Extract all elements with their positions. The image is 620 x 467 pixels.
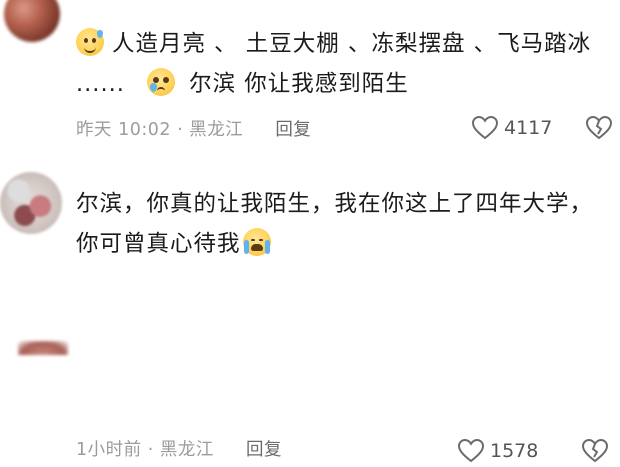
comment-location: 黑龙江	[159, 440, 214, 460]
like-count: 4117	[504, 117, 553, 139]
like-count: 1578	[490, 440, 539, 462]
comment-text: 人造月亮 、 土豆大棚 、冻梨摆盘 、飞马踏冰 ...... 尔滨 你让我感到陌…	[76, 24, 606, 104]
broken-heart-icon	[585, 115, 613, 140]
broken-heart-icon	[581, 438, 609, 463]
loudly-crying-emoji-icon	[242, 228, 271, 256]
comment-meta: 1小时前 · 黑龙江 回复	[76, 440, 282, 460]
like-button[interactable]: 4117	[472, 116, 552, 140]
heart-icon	[472, 116, 498, 140]
pleading-tear-emoji-icon	[147, 68, 176, 96]
comment-text: 尔滨，你真的让我陌生，我在你这上了四年大学，你可曾真心待我	[76, 184, 606, 264]
like-button[interactable]: 1578	[458, 439, 538, 463]
reply-button[interactable]: 回复	[275, 120, 311, 140]
avatar[interactable]	[18, 341, 68, 355]
heart-icon	[458, 439, 484, 463]
comment-item: 尔滨，你真的让我陌生，我在你这上了四年大学，你可曾真心待我 1小时前 · 黑龙江…	[0, 160, 620, 463]
dislike-button[interactable]	[585, 115, 613, 144]
reply-button[interactable]: 回复	[246, 440, 282, 460]
comment-text-part2: 尔滨 你让我感到陌生	[189, 71, 409, 97]
comment-time: 昨天 10:02	[76, 120, 171, 140]
comment-location: 黑龙江	[189, 120, 244, 140]
avatar[interactable]	[4, 0, 60, 42]
avatar[interactable]	[0, 172, 62, 234]
grinning-sweat-emoji-icon	[76, 28, 104, 56]
comment-text-part1: 尔滨，你真的让我陌生，我在你这上了四年大学，你可曾真心待我	[76, 191, 594, 257]
comment-item: 人造月亮 、 土豆大棚 、冻梨摆盘 、飞马踏冰 ...... 尔滨 你让我感到陌…	[0, 0, 620, 160]
dislike-button[interactable]	[581, 438, 609, 467]
comment-time: 1小时前	[76, 440, 142, 460]
comment-meta: 昨天 10:02 · 黑龙江 回复	[76, 120, 312, 140]
